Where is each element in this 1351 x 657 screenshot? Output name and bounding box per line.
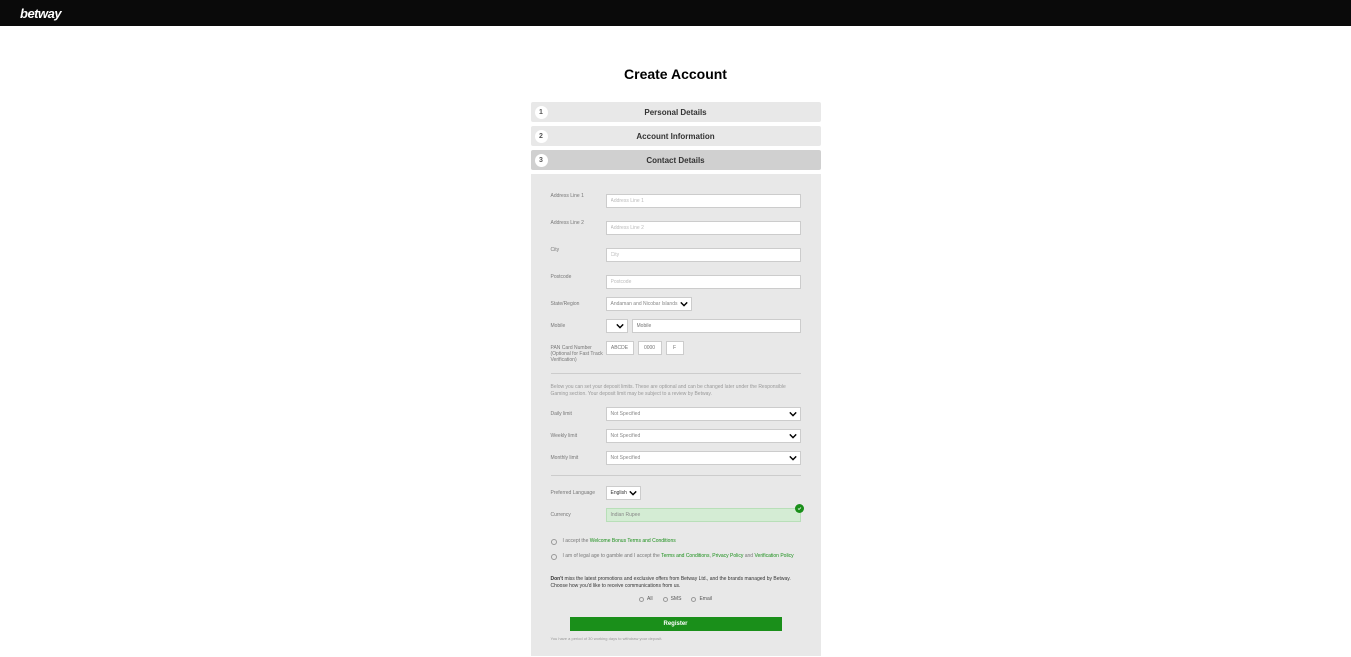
monthly-limit-select[interactable]: Not Specified bbox=[606, 451, 801, 465]
language-value: English bbox=[611, 490, 627, 496]
limits-description: Below you can set your deposit limits. T… bbox=[551, 384, 801, 397]
chevron-down-icon bbox=[629, 489, 637, 497]
form-container: 1 Personal Details 2 Account Information… bbox=[531, 102, 821, 656]
step-title-3: Contact Details bbox=[548, 156, 804, 165]
divider bbox=[551, 373, 801, 374]
checkmark-icon bbox=[795, 504, 804, 513]
address1-label: Address Line 1 bbox=[551, 189, 606, 199]
promo-radio-group: All SMS Email bbox=[551, 596, 801, 602]
step-contact-details[interactable]: 3 Contact Details bbox=[531, 150, 821, 170]
promo-sms-radio[interactable] bbox=[663, 597, 668, 602]
promo-email-radio[interactable] bbox=[691, 597, 696, 602]
state-label: State/Region bbox=[551, 297, 606, 307]
daily-label: Daily limit bbox=[551, 407, 606, 417]
pan-input-3[interactable] bbox=[666, 341, 684, 355]
promo-text: Don't miss the latest promotions and exc… bbox=[551, 576, 801, 590]
promo-email-label: Email bbox=[699, 596, 712, 602]
register-button[interactable]: Register bbox=[570, 617, 782, 631]
daily-value: Not Specified bbox=[611, 411, 641, 417]
city-input[interactable] bbox=[606, 248, 801, 262]
terms-link[interactable]: Terms and Conditions bbox=[661, 553, 709, 559]
privacy-link[interactable]: Privacy Policy bbox=[712, 553, 743, 559]
terms-text: I am of legal age to gamble and I accept… bbox=[563, 553, 794, 560]
chevron-down-icon bbox=[616, 322, 624, 330]
brand-logo: betway bbox=[20, 6, 61, 21]
address2-label: Address Line 2 bbox=[551, 216, 606, 226]
step-title-2: Account Information bbox=[548, 132, 804, 141]
promo-all-label: All bbox=[647, 596, 653, 602]
pan-input-1[interactable] bbox=[606, 341, 634, 355]
divider bbox=[551, 475, 801, 476]
currency-input: Indian Rupee bbox=[606, 508, 801, 522]
step-number-3: 3 bbox=[535, 154, 548, 167]
chevron-down-icon bbox=[789, 432, 797, 440]
welcome-bonus-checkbox-row: I accept the Welcome Bonus Terms and Con… bbox=[551, 538, 801, 545]
chevron-down-icon bbox=[789, 410, 797, 418]
step-personal-details[interactable]: 1 Personal Details bbox=[531, 102, 821, 122]
monthly-label: Monthly limit bbox=[551, 451, 606, 461]
postcode-input[interactable] bbox=[606, 275, 801, 289]
address1-input[interactable] bbox=[606, 194, 801, 208]
step-number-1: 1 bbox=[535, 106, 548, 119]
terms-checkbox[interactable] bbox=[551, 554, 557, 560]
promo-sms-label: SMS bbox=[671, 596, 682, 602]
state-select[interactable]: Andaman and Nicobar Islands bbox=[606, 297, 692, 311]
currency-label: Currency bbox=[551, 508, 606, 518]
chevron-down-icon bbox=[789, 454, 797, 462]
language-label: Preferred Language bbox=[551, 486, 606, 496]
pan-label: PAN Card Number (Optional for Fast Track… bbox=[551, 341, 606, 363]
step-number-2: 2 bbox=[535, 130, 548, 143]
welcome-bonus-checkbox[interactable] bbox=[551, 539, 557, 545]
step-account-information[interactable]: 2 Account Information bbox=[531, 126, 821, 146]
terms-checkbox-row: I am of legal age to gamble and I accept… bbox=[551, 553, 801, 560]
verification-link[interactable]: Verification Policy bbox=[754, 553, 793, 559]
page-title: Create Account bbox=[0, 66, 1351, 82]
mobile-label: Mobile bbox=[551, 319, 606, 329]
address2-input[interactable] bbox=[606, 221, 801, 235]
footer-text: You have a period of 30 working days to … bbox=[551, 636, 801, 641]
language-select[interactable]: English bbox=[606, 486, 641, 500]
mobile-code-select[interactable] bbox=[606, 319, 628, 333]
weekly-limit-select[interactable]: Not Specified bbox=[606, 429, 801, 443]
form-body: Address Line 1 Address Line 2 City Postc… bbox=[531, 174, 821, 656]
step-title-1: Personal Details bbox=[548, 108, 804, 117]
city-label: City bbox=[551, 243, 606, 253]
currency-value: Indian Rupee bbox=[611, 512, 641, 518]
welcome-bonus-link[interactable]: Welcome Bonus Terms and Conditions bbox=[590, 538, 676, 544]
monthly-value: Not Specified bbox=[611, 455, 641, 461]
mobile-input[interactable] bbox=[632, 319, 801, 333]
promo-all-radio[interactable] bbox=[639, 597, 644, 602]
app-header: betway bbox=[0, 0, 1351, 26]
state-value: Andaman and Nicobar Islands bbox=[611, 301, 678, 307]
chevron-down-icon bbox=[680, 300, 688, 308]
weekly-label: Weekly limit bbox=[551, 429, 606, 439]
weekly-value: Not Specified bbox=[611, 433, 641, 439]
pan-input-2[interactable] bbox=[638, 341, 662, 355]
welcome-bonus-text: I accept the Welcome Bonus Terms and Con… bbox=[563, 538, 676, 545]
postcode-label: Postcode bbox=[551, 270, 606, 280]
daily-limit-select[interactable]: Not Specified bbox=[606, 407, 801, 421]
